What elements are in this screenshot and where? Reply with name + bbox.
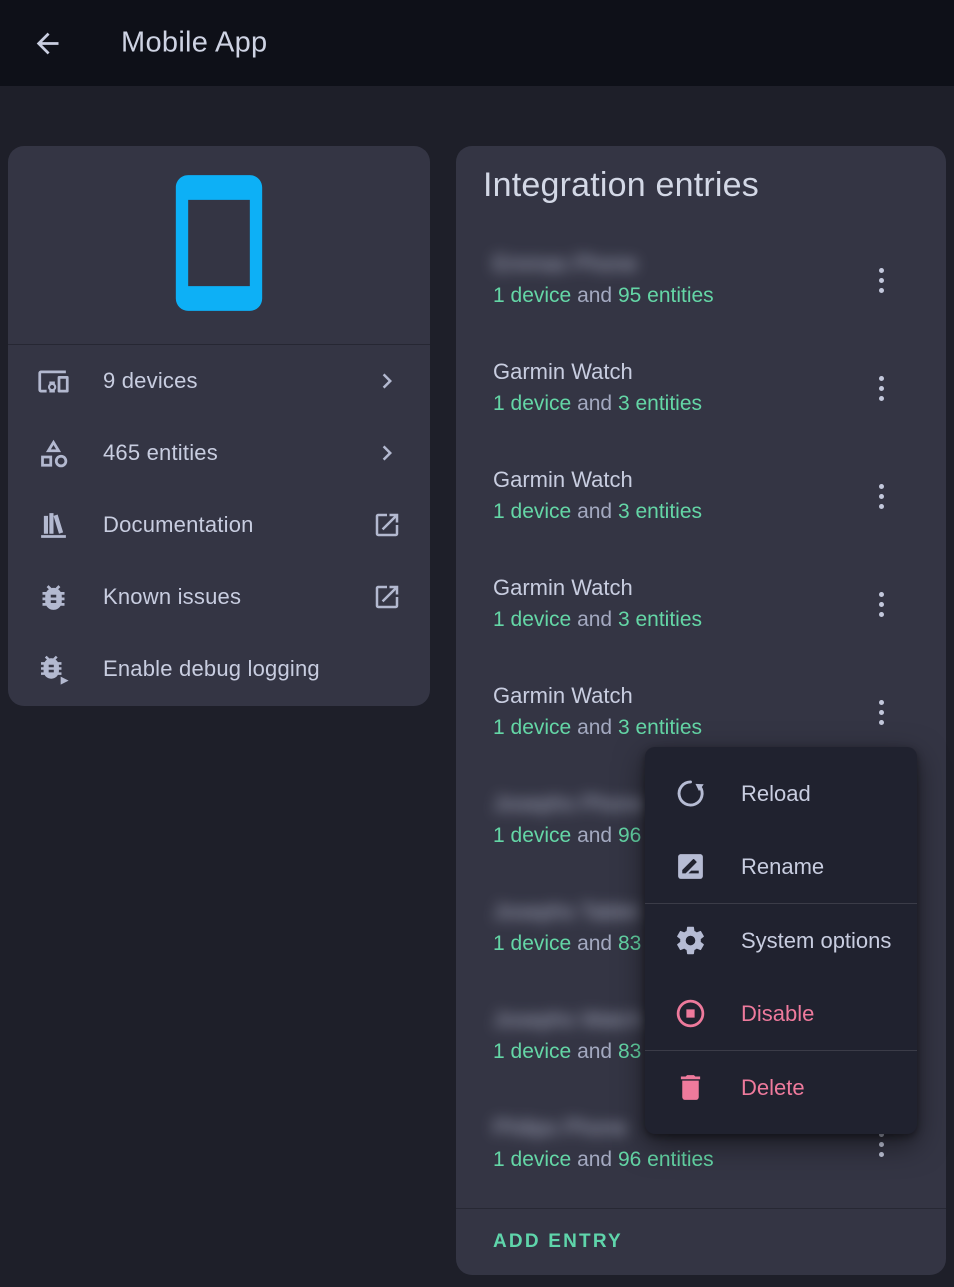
entry-menu-button[interactable]: [861, 476, 902, 517]
entry-row: Garmin Watch 1 device and 3 entities: [456, 344, 946, 452]
menu-item-label: Disable: [741, 1001, 814, 1027]
cog-icon: [674, 924, 707, 957]
entry-menu-button[interactable]: [861, 260, 902, 301]
menu-item-delete[interactable]: Delete: [645, 1051, 917, 1124]
menu-item-label: Delete: [741, 1075, 805, 1101]
menu-item-label: System options: [741, 928, 891, 954]
entry-name: Garmin Watch: [493, 683, 633, 709]
entry-context-menu: Reload Rename System options Disable Del…: [645, 747, 917, 1134]
entry-name-redacted: Josephs Watch: [493, 1007, 643, 1033]
chevron-right-icon: [372, 438, 402, 468]
devices-link[interactable]: 1 device: [493, 824, 571, 847]
entry-subtitle: 1 device and 95 entities: [493, 284, 714, 308]
devices-icon: [37, 365, 70, 398]
info-row-documentation[interactable]: Documentation: [8, 489, 430, 561]
documentation-label: Documentation: [103, 512, 254, 538]
dots-vertical-icon: [879, 700, 884, 725]
devices-link[interactable]: 1 device: [493, 932, 571, 955]
dots-vertical-icon: [879, 592, 884, 617]
info-row-devices[interactable]: 9 devices: [8, 345, 430, 417]
debug-logging-label: Enable debug logging: [103, 656, 320, 682]
entry-row: Garmin Watch 1 device and 3 entities: [456, 452, 946, 560]
entry-name-redacted: Josephs Tablet: [493, 899, 639, 925]
integration-info-card: 9 devices 465 entities Documentation: [8, 146, 430, 706]
entry-menu-button[interactable]: [861, 584, 902, 625]
page-title: Mobile App: [121, 27, 268, 60]
entry-subtitle: 1 device and 3 entities: [493, 608, 702, 632]
app-header: Mobile App: [0, 0, 954, 86]
entry-menu-button[interactable]: [861, 692, 902, 733]
devices-link[interactable]: 1 device: [493, 1040, 571, 1063]
entities-link[interactable]: 3 entities: [618, 500, 702, 523]
chevron-right-icon: [372, 366, 402, 396]
entry-subtitle: 1 device and 3 entities: [493, 716, 702, 740]
dots-vertical-icon: [879, 268, 884, 293]
info-row-debug-logging[interactable]: Enable debug logging: [8, 633, 430, 705]
menu-item-rename[interactable]: Rename: [645, 830, 917, 903]
info-list: 9 devices 465 entities Documentation: [8, 345, 430, 705]
devices-link[interactable]: 1 device: [493, 716, 571, 739]
entry-subtitle: 1 device and 3 entities: [493, 500, 702, 524]
devices-link[interactable]: 1 device: [493, 1148, 571, 1171]
menu-item-reload[interactable]: Reload: [645, 757, 917, 830]
entry-row: Garmin Watch 1 device and 3 entities: [456, 560, 946, 668]
entries-card-title: Integration entries: [483, 166, 759, 205]
open-in-new-icon: [372, 582, 402, 612]
entry-menu-button[interactable]: [861, 368, 902, 409]
menu-item-label: Reload: [741, 781, 811, 807]
dots-vertical-icon: [879, 1132, 884, 1157]
rename-box-icon: [674, 850, 707, 883]
entry-name: Garmin Watch: [493, 467, 633, 493]
info-row-entities[interactable]: 465 entities: [8, 417, 430, 489]
shapes-icon: [37, 437, 70, 470]
bookshelf-icon: [37, 509, 70, 542]
stop-circle-icon: [674, 997, 707, 1030]
bug-play-icon: [37, 653, 70, 686]
devices-link[interactable]: 1 device: [493, 500, 571, 523]
reload-icon: [674, 777, 707, 810]
entry-row: Emmas Phone 1 device and 95 entities: [456, 236, 946, 344]
menu-item-disable[interactable]: Disable: [645, 977, 917, 1050]
entities-count-label: 465 entities: [103, 440, 218, 466]
entry-subtitle: 1 device and 96 entities: [493, 1148, 714, 1172]
entry-name: Garmin Watch: [493, 575, 633, 601]
entities-link[interactable]: 3 entities: [618, 716, 702, 739]
bug-icon: [37, 581, 70, 614]
integration-logo-area: [8, 146, 430, 345]
add-entry-button[interactable]: ADD ENTRY: [493, 1209, 623, 1275]
menu-item-system-options[interactable]: System options: [645, 904, 917, 977]
entry-name-redacted: Emmas Phone: [493, 251, 637, 277]
menu-item-label: Rename: [741, 854, 824, 880]
cellphone-icon: [145, 169, 293, 322]
entities-link[interactable]: 3 entities: [618, 608, 702, 631]
devices-link[interactable]: 1 device: [493, 392, 571, 415]
trash-icon: [674, 1071, 707, 1104]
entry-subtitle: 1 device and 3 entities: [493, 392, 702, 416]
devices-link[interactable]: 1 device: [493, 608, 571, 631]
entities-link[interactable]: 95 entities: [618, 284, 714, 307]
devices-count-label: 9 devices: [103, 368, 198, 394]
known-issues-label: Known issues: [103, 584, 241, 610]
open-in-new-icon: [372, 510, 402, 540]
dots-vertical-icon: [879, 484, 884, 509]
entities-link[interactable]: 96 entities: [618, 1148, 714, 1171]
back-button[interactable]: [31, 27, 64, 60]
entry-name-redacted: Philips Phone: [493, 1115, 628, 1141]
devices-link[interactable]: 1 device: [493, 284, 571, 307]
entry-name-redacted: Josephs Phone: [493, 791, 645, 817]
entry-name: Garmin Watch: [493, 359, 633, 385]
info-row-known-issues[interactable]: Known issues: [8, 561, 430, 633]
dots-vertical-icon: [879, 376, 884, 401]
arrow-left-icon: [31, 27, 64, 60]
entities-link[interactable]: 3 entities: [618, 392, 702, 415]
